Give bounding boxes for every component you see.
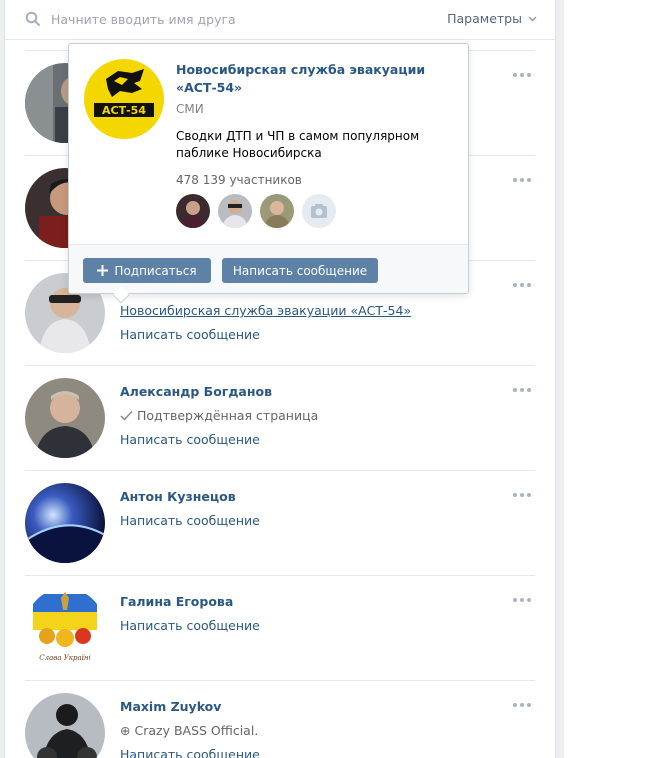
status-text: Crazy BASS Official. (134, 723, 259, 738)
friend-row: Слава Україні Галина Егорова Написать со… (25, 575, 535, 680)
parameters-dropdown[interactable]: Параметры (447, 11, 537, 26)
friend-name[interactable]: Александр Богданов (120, 384, 272, 399)
verified-label: Подтверждённая страница (137, 408, 319, 423)
member-avatar[interactable] (176, 194, 210, 228)
friend-row: Александр Богданов Подтверждённая страни… (25, 365, 535, 470)
group-logo[interactable]: АСТ-54 (84, 59, 164, 139)
friend-row: Maxim Zuykov ⊕ Crazy BASS Official. Напи… (25, 680, 535, 758)
parameters-label: Параметры (447, 11, 522, 26)
more-actions-icon[interactable] (513, 178, 533, 184)
plus-icon (97, 265, 109, 276)
write-message-link[interactable]: Написать сообщение (120, 327, 260, 342)
search-icon (25, 11, 40, 26)
camera-placeholder-icon[interactable] (302, 194, 336, 228)
popup-footer: Подписаться Написать сообщение (69, 244, 468, 293)
chevron-down-icon (528, 16, 537, 21)
page-background (564, 0, 647, 758)
member-avatar[interactable] (260, 194, 294, 228)
subscribe-label: Подписаться (114, 263, 197, 278)
group-link[interactable]: Новосибирская служба эвакуации «АСТ-54» (120, 303, 411, 318)
friend-status: ⊕ Crazy BASS Official. (120, 723, 258, 738)
friend-name[interactable]: Антон Кузнецов (120, 489, 236, 504)
friend-row: Антон Кузнецов Написать сообщение (25, 470, 535, 575)
write-message-link[interactable]: Написать сообщение (120, 513, 260, 528)
more-actions-icon[interactable] (513, 388, 533, 394)
member-avatar[interactable] (218, 194, 252, 228)
write-message-link[interactable]: Написать сообщение (120, 747, 260, 758)
write-message-link[interactable]: Написать сообщение (120, 618, 260, 633)
more-actions-icon[interactable] (513, 493, 533, 499)
more-actions-icon[interactable] (513, 598, 533, 604)
more-actions-icon[interactable] (513, 283, 533, 289)
send-message-label: Написать сообщение (232, 263, 368, 278)
avatar[interactable] (25, 483, 105, 563)
more-actions-icon[interactable] (513, 703, 533, 709)
checkmark-icon (120, 410, 133, 421)
more-actions-icon[interactable] (513, 73, 533, 79)
search-bar: Параметры (5, 0, 555, 40)
logo-text: АСТ-54 (102, 104, 146, 117)
globe-icon: ⊕ (120, 723, 131, 738)
group-preview-popup: АСТ-54 Новосибирская служба эвакуации «А… (68, 43, 469, 294)
avatar-caption: Слава Україні (39, 654, 90, 662)
group-description: Сводки ДТП и ЧП в самом популярном пабли… (176, 129, 420, 160)
verified-status: Подтверждённая страница (120, 408, 318, 423)
avatar[interactable] (25, 378, 105, 458)
write-message-link[interactable]: Написать сообщение (120, 432, 260, 447)
friend-name[interactable]: Галина Егорова (120, 594, 233, 609)
friend-name[interactable]: Maxim Zuykov (120, 699, 221, 714)
avatar[interactable]: Слава Україні (25, 588, 105, 668)
subscribe-button[interactable]: Подписаться (83, 258, 211, 283)
group-category: СМИ (176, 102, 204, 116)
send-message-button[interactable]: Написать сообщение (222, 258, 378, 283)
search-input[interactable] (51, 9, 411, 29)
avatar[interactable] (25, 693, 105, 758)
group-title[interactable]: Новосибирская служба эвакуации «АСТ-54» (176, 61, 446, 97)
members-count[interactable]: 478 139 участников (176, 173, 302, 187)
